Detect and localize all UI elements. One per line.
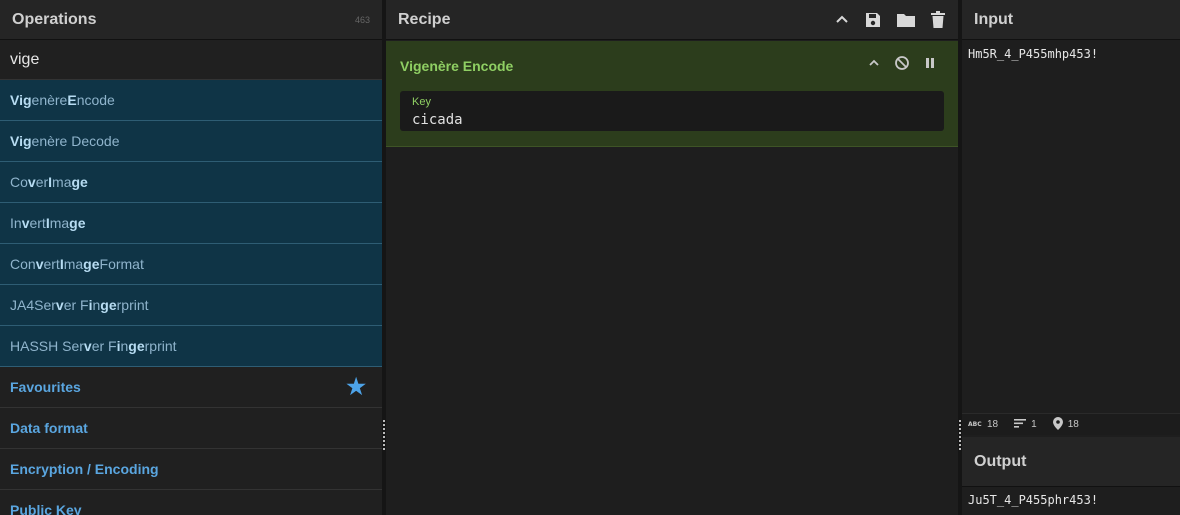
output-textarea[interactable]: Ju5T_4_P455phr453! (962, 487, 1180, 515)
match-highlight: ge (71, 174, 88, 190)
match-highlight: ge (69, 215, 86, 231)
lines-icon (1014, 418, 1027, 431)
result-text: HASSH Ser (10, 338, 84, 354)
operations-search-input[interactable]: vige (0, 40, 382, 80)
input-textarea[interactable]: Hm5R_4_P455mhp453! (962, 41, 1180, 425)
category-label: Public Key (10, 502, 82, 515)
length-stat: ABC 18 (968, 419, 998, 430)
match-highlight: Vig (10, 133, 32, 149)
star-icon: ★ (346, 374, 366, 399)
output-header: Output (962, 437, 1180, 487)
category-item[interactable]: Favourites ★ (0, 367, 382, 408)
match-highlight: E (67, 92, 77, 108)
match-highlight: Vig (10, 92, 32, 108)
recipe-operation-card[interactable]: Vigenère Encode Key cicada (386, 41, 958, 147)
search-result-item[interactable]: Con v ert Ima ge Format (0, 244, 382, 285)
pause-icon[interactable] (924, 57, 936, 69)
location-pin-icon (1052, 416, 1063, 433)
result-text: ncode (76, 92, 115, 108)
input-header: Input (962, 0, 1180, 40)
key-field[interactable]: Key cicada (400, 91, 944, 131)
category-list: Favourites ★ Data format Encryption / Encod… (0, 367, 382, 515)
key-value[interactable]: cicada (412, 112, 463, 128)
result-text: ert (43, 256, 60, 272)
result-text: n (92, 297, 101, 313)
resize-handle[interactable] (959, 420, 961, 450)
result-text: ma (52, 174, 72, 190)
io-panel: Input Hm5R_4_P455mhp453! ABC 18 1 18 Out… (962, 0, 1180, 515)
match-highlight: v (27, 174, 36, 190)
search-result-item[interactable]: Vig enère Decode (0, 121, 382, 162)
result-text: ma (63, 256, 84, 272)
match-highlight: ge (83, 256, 100, 272)
match-highlight: v (21, 215, 30, 231)
category-label: Favourites (10, 379, 81, 395)
search-result-item[interactable]: HASSH Ser v er Fi n ge rprint (0, 326, 382, 367)
resize-handle[interactable] (383, 420, 385, 450)
operations-panel: Operations 463 vige Vig enère Encode Vig en… (0, 0, 382, 515)
result-text: rprint (144, 338, 177, 354)
trash-icon[interactable] (930, 10, 946, 29)
match-highlight: ge (128, 338, 145, 354)
abc-icon: ABC (968, 419, 982, 430)
key-label: Key (412, 96, 431, 108)
result-text: enère (31, 92, 68, 108)
position-stat: 18 (1052, 416, 1079, 433)
recipe-header: Recipe (386, 0, 958, 40)
search-result-item[interactable]: Co v er Ima ge (0, 162, 382, 203)
input-statusbar: ABC 18 1 18 (962, 413, 1180, 435)
result-text: rprint (116, 297, 149, 313)
match-highlight: v (83, 338, 92, 354)
category-label: Data format (10, 420, 88, 436)
operations-header: Operations 463 (0, 0, 382, 40)
recipe-title: Recipe (398, 10, 451, 28)
result-text: In (10, 215, 22, 231)
category-item[interactable]: Data format (0, 408, 382, 449)
match-highlight: v (35, 256, 44, 272)
result-text: er F (91, 338, 117, 354)
search-result-item[interactable]: In v ert Ima ge (0, 203, 382, 244)
operations-title: Operations (12, 10, 97, 28)
result-text: er F (63, 297, 89, 313)
input-title: Input (974, 10, 1014, 28)
output-title: Output (974, 452, 1027, 470)
result-text: ert (29, 215, 46, 231)
collapse-operation-icon[interactable] (868, 57, 880, 69)
svg-text:ABC: ABC (968, 421, 982, 427)
match-highlight: v (55, 297, 64, 313)
result-text: er (35, 174, 49, 190)
lines-stat: 1 (1014, 418, 1037, 431)
result-text: enère Decode (31, 133, 120, 149)
result-text: Co (10, 174, 28, 190)
lines-value: 1 (1031, 419, 1037, 430)
category-item[interactable]: Encryption / Encoding (0, 449, 382, 490)
recipe-panel: Recipe Vigenère Encode Key cicada (386, 0, 958, 515)
search-result-item[interactable]: Vig enère Encode (0, 80, 382, 121)
result-text: Format (99, 256, 144, 272)
recipe-operation-name: Vigenère Encode (400, 58, 514, 74)
category-item[interactable]: Public Key (0, 490, 382, 515)
result-text: n (120, 338, 129, 354)
position-value: 18 (1067, 419, 1079, 430)
disable-operation-icon[interactable] (894, 55, 910, 71)
match-highlight: ge (100, 297, 117, 313)
operations-count: 463 (354, 14, 370, 25)
search-results: Vig enère Encode Vig enère Decode Co v er Ima g… (0, 80, 382, 367)
collapse-all-icon[interactable] (834, 12, 850, 28)
length-value: 18 (987, 419, 999, 430)
save-icon[interactable] (864, 11, 882, 29)
result-text: Con (10, 256, 36, 272)
result-text: JA4Ser (10, 297, 56, 313)
search-result-item[interactable]: JA4Ser v er Fi n ge rprint (0, 285, 382, 326)
folder-icon[interactable] (896, 11, 916, 29)
result-text: ma (49, 215, 70, 231)
category-label: Encryption / Encoding (10, 461, 159, 477)
